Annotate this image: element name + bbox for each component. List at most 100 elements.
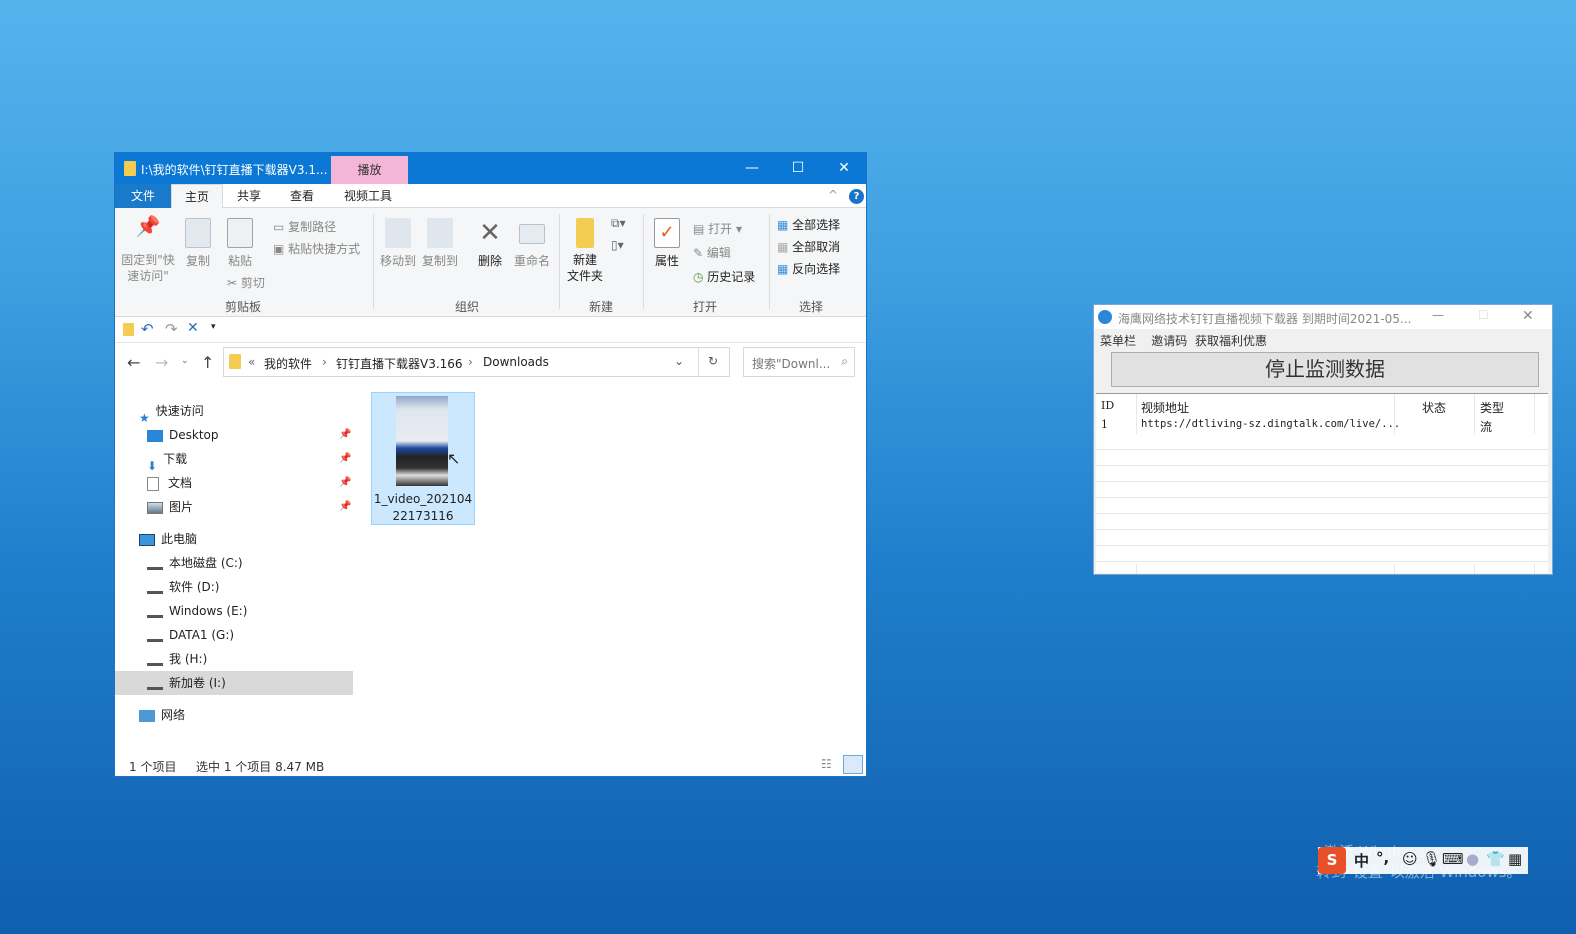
- properties-button[interactable]: ✓ 属性: [651, 218, 683, 269]
- customize-qat-icon[interactable]: ▾: [211, 322, 216, 332]
- nav-documents[interactable]: 文档 📌: [115, 471, 353, 495]
- copy-icon: [185, 218, 211, 248]
- table-row[interactable]: 1 https://dtliving-sz.dingtalk.com/live/…: [1096, 418, 1548, 434]
- nav-quick-access[interactable]: ★ 快速访问: [115, 399, 353, 425]
- tab-view[interactable]: 查看: [277, 184, 327, 208]
- user-icon[interactable]: ●: [1466, 850, 1479, 868]
- column-header-type[interactable]: 类型: [1480, 399, 1504, 416]
- rename-button[interactable]: 重命名: [513, 218, 551, 269]
- nav-drive-g[interactable]: DATA1 (G:): [115, 623, 353, 647]
- column-header-id[interactable]: ID: [1101, 399, 1114, 412]
- invert-selection-button[interactable]: ▦ 反向选择: [777, 260, 840, 277]
- app-title-bar[interactable]: 海鹰网络技术钉钉直播视频下载器 到期时间2021-05... — ☐ ✕: [1094, 305, 1552, 329]
- search-box[interactable]: 搜索"Downl... ⌕: [743, 347, 855, 377]
- back-icon[interactable]: ←: [127, 353, 140, 372]
- breadcrumb-overflow[interactable]: «: [248, 355, 255, 369]
- up-icon[interactable]: ↑: [201, 353, 214, 372]
- ime-punctuation-toggle[interactable]: °,: [1376, 849, 1389, 867]
- column-header-url[interactable]: 视频地址: [1141, 399, 1189, 416]
- skin-shirt-icon[interactable]: 👕: [1486, 850, 1505, 868]
- select-none-icon: ▦: [777, 240, 793, 254]
- select-none-button[interactable]: ▦ 全部取消: [777, 238, 840, 255]
- nav-this-pc[interactable]: 此电脑: [115, 527, 353, 551]
- sogou-logo-icon[interactable]: S: [1318, 847, 1346, 874]
- keyboard-icon[interactable]: ⌨: [1442, 850, 1464, 868]
- drive-icon: [147, 654, 163, 666]
- easy-access-icon[interactable]: ▯▾: [611, 238, 624, 252]
- new-item-icon[interactable]: ⧉▾: [611, 216, 626, 231]
- cut-button[interactable]: ✂ 剪切: [227, 274, 265, 291]
- star-icon: ★: [139, 410, 150, 425]
- context-tab-play[interactable]: 播放: [331, 156, 408, 184]
- close-button[interactable]: ✕: [821, 153, 867, 184]
- copy-path-button[interactable]: ▭ 复制路径: [273, 218, 336, 235]
- paste-icon: [227, 218, 253, 248]
- title-bar[interactable]: I:\我的软件\钉钉直播下载器V3.1... 播放 — ☐ ✕: [115, 153, 866, 184]
- maximize-button[interactable]: ☐: [775, 153, 821, 184]
- chevron-right-icon: ›: [322, 355, 327, 369]
- select-all-button[interactable]: ▦ 全部选择: [777, 216, 840, 233]
- download-arrow-icon: ⬇: [147, 458, 158, 473]
- forward-icon[interactable]: →: [155, 353, 168, 372]
- close-button[interactable]: ✕: [1522, 308, 1534, 324]
- tab-file[interactable]: 文件: [115, 184, 171, 208]
- nav-desktop[interactable]: Desktop 📌: [115, 423, 353, 447]
- nav-network[interactable]: 网络: [115, 703, 353, 727]
- copy-to-button[interactable]: 复制到: [421, 218, 459, 269]
- paste-shortcut-button[interactable]: ▣ 粘贴快捷方式: [273, 240, 360, 257]
- nav-drive-i[interactable]: 新加卷 (I:): [115, 671, 353, 695]
- app-title: 海鹰网络技术钉钉直播视频下载器 到期时间2021-05...: [1118, 312, 1412, 326]
- move-to-button[interactable]: 移动到: [379, 218, 417, 269]
- chevron-right-icon: ›: [468, 355, 473, 369]
- nav-drive-e[interactable]: Windows (E:): [115, 599, 353, 623]
- open-button[interactable]: ▤ 打开 ▾: [693, 220, 742, 237]
- chevron-down-icon[interactable]: ⌄: [674, 354, 684, 368]
- address-bar[interactable]: « 我的软件 › 钉钉直播下载器V3.166 › Downloads ⌄ ↻: [223, 347, 730, 377]
- breadcrumb-item[interactable]: 我的软件: [264, 355, 312, 372]
- details-view-icon[interactable]: ☷: [821, 757, 832, 771]
- minimize-button[interactable]: —: [1432, 308, 1444, 322]
- copy-button[interactable]: 复制: [183, 218, 213, 269]
- undo-icon[interactable]: ↶: [141, 320, 154, 338]
- delete-icon[interactable]: ✕: [187, 320, 199, 336]
- nav-drive-c[interactable]: 本地磁盘 (C:): [115, 551, 353, 575]
- tab-home[interactable]: 主页: [171, 184, 224, 208]
- nav-downloads[interactable]: ⬇ 下载 📌: [115, 447, 353, 473]
- collapse-ribbon-icon[interactable]: ^: [828, 188, 838, 202]
- new-folder-button[interactable]: 新建 文件夹: [565, 218, 605, 284]
- help-icon[interactable]: ?: [849, 189, 864, 204]
- ime-language-toggle[interactable]: 中: [1354, 850, 1369, 871]
- edit-button[interactable]: ✎ 编辑: [693, 244, 731, 261]
- toolbox-grid-icon[interactable]: ▦: [1508, 850, 1522, 868]
- microphone-icon[interactable]: 🎙: [1422, 850, 1441, 868]
- tab-video-tools[interactable]: 视频工具: [331, 184, 405, 208]
- menu-item-benefits[interactable]: 获取福利优惠: [1195, 334, 1267, 348]
- search-placeholder: 搜索"Downl...: [752, 357, 831, 371]
- recent-locations-icon[interactable]: ⌄: [181, 356, 189, 366]
- refresh-icon[interactable]: ↻: [708, 354, 718, 368]
- breadcrumb-item[interactable]: Downloads: [483, 355, 549, 369]
- nav-pictures[interactable]: 图片 📌: [115, 495, 353, 519]
- delete-button[interactable]: ✕ 删除: [475, 218, 505, 269]
- column-header-status[interactable]: 状态: [1422, 399, 1446, 416]
- breadcrumb-item[interactable]: 钉钉直播下载器V3.166: [336, 355, 463, 372]
- pin-icon[interactable]: 📌: [339, 423, 351, 447]
- pin-icon[interactable]: 📌: [339, 447, 351, 471]
- minimize-button[interactable]: —: [729, 153, 775, 184]
- nav-drive-h[interactable]: 我 (H:): [115, 647, 353, 671]
- large-icons-view-icon[interactable]: [843, 755, 863, 774]
- video-table: ID 视频地址 状态 类型 1 https://dtliving-sz.ding…: [1096, 393, 1548, 574]
- menu-item[interactable]: 菜单栏: [1100, 334, 1136, 348]
- pin-icon[interactable]: 📌: [339, 471, 351, 495]
- redo-icon[interactable]: ↷: [165, 320, 178, 338]
- menu-item-invite[interactable]: 邀请码: [1151, 334, 1187, 348]
- tab-share[interactable]: 共享: [224, 184, 274, 208]
- maximize-button[interactable]: ☐: [1478, 308, 1489, 322]
- pin-icon[interactable]: 📌: [339, 495, 351, 519]
- paste-button[interactable]: 粘贴: [225, 218, 255, 269]
- stop-monitoring-button[interactable]: 停止监测数据: [1111, 352, 1539, 387]
- pin-quick-access-button[interactable]: 📌 固定到"快 速访问": [121, 216, 175, 284]
- nav-drive-d[interactable]: 软件 (D:): [115, 575, 353, 599]
- history-button[interactable]: ◷ 历史记录: [693, 268, 755, 285]
- emoji-icon[interactable]: ☺: [1402, 850, 1418, 868]
